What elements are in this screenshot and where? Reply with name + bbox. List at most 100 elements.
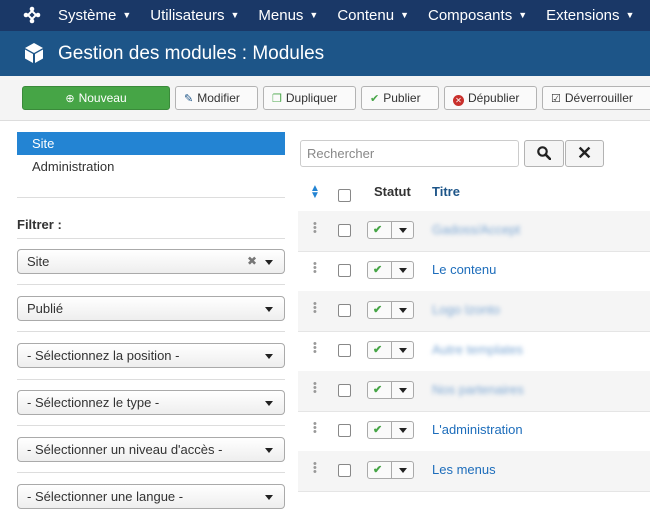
check-icon: ✔ — [370, 93, 380, 105]
check-icon: ✔ — [373, 264, 383, 276]
check-icon: ✔ — [373, 304, 383, 316]
language-filter-select[interactable]: - Sélectionner une langue - — [17, 484, 285, 509]
close-icon: ✕ — [576, 143, 593, 163]
sidebar-divider — [17, 284, 285, 285]
status-toggle[interactable]: ✔ — [367, 301, 414, 319]
menu-utilisateurs[interactable]: Utilisateurs ▼ — [150, 0, 239, 31]
joomla-logo-icon[interactable] — [22, 5, 42, 25]
position-filter-select[interactable]: - Sélectionnez la position - — [17, 343, 285, 368]
chevron-down-icon[interactable] — [399, 268, 407, 273]
row-title-link[interactable]: L'administration — [432, 411, 523, 449]
unlock-button[interactable]: ☑ Déverrouiller — [542, 86, 650, 110]
row-checkbox[interactable] — [338, 264, 351, 277]
row-checkbox[interactable] — [338, 304, 351, 317]
status-toggle[interactable]: ✔ — [367, 421, 414, 439]
separator — [391, 342, 392, 358]
chevron-down-icon[interactable] — [399, 308, 407, 313]
row-checkbox[interactable] — [338, 384, 351, 397]
new-button[interactable]: ⊕ Nouveau — [22, 86, 170, 110]
sidebar-divider — [17, 331, 285, 332]
edit-button[interactable]: ✎ Modifier — [175, 86, 258, 110]
row-title-link[interactable]: Logo Izonto — [432, 291, 500, 329]
unpublish-x-icon: ✕ — [453, 95, 464, 106]
chevron-down-icon — [265, 260, 273, 265]
top-menu-bar: Système ▼ Utilisateurs ▼ Menus ▼ Contenu ▼ C… — [0, 0, 650, 31]
state-filter-select[interactable]: Publié — [17, 296, 285, 321]
menu-systeme[interactable]: Système ▼ — [58, 0, 131, 31]
caret-down-icon: ▼ — [230, 10, 240, 20]
copy-icon: ❐ — [272, 93, 282, 105]
sidebar-divider — [17, 238, 285, 239]
row-checkbox[interactable] — [338, 224, 351, 237]
sidebar-item-administration[interactable]: Administration — [32, 158, 114, 176]
drag-handle-icon[interactable]: • • • — [313, 219, 317, 238]
chevron-down-icon[interactable] — [399, 388, 407, 393]
access-filter-select[interactable]: - Sélectionner un niveau d'accès - — [17, 437, 285, 462]
checkbox-icon: ☑ — [551, 93, 561, 105]
menu-extensions[interactable]: Extensions ▼ — [546, 0, 634, 31]
chevron-down-icon[interactable] — [399, 468, 407, 473]
row-title-link[interactable]: Nos partenaires — [432, 371, 524, 409]
toolbar: ⊕ Nouveau ✎ Modifier ❐ Dupliquer ✔ Publier ✕… — [0, 76, 650, 121]
type-filter-select[interactable]: - Sélectionnez le type - — [17, 390, 285, 415]
edit-icon: ✎ — [184, 93, 194, 105]
menu-composants[interactable]: Composants ▼ — [428, 0, 527, 31]
drag-handle-icon[interactable]: • • • — [313, 379, 317, 398]
status-column-header[interactable]: Statut — [374, 172, 411, 212]
search-input[interactable] — [300, 140, 519, 167]
row-checkbox[interactable] — [338, 344, 351, 357]
table-row: • • • ✔ Nos partenaires — [298, 371, 650, 412]
drag-handle-icon[interactable]: • • • — [313, 259, 317, 278]
sort-icon[interactable]: ▲ ▼ — [310, 184, 320, 201]
table-header: ▲ ▼ Statut Titre — [298, 172, 650, 213]
row-title-link[interactable]: Gadoss/Accept — [432, 211, 520, 249]
caret-down-icon: ▼ — [625, 10, 635, 20]
chevron-down-icon — [265, 401, 273, 406]
select-all-checkbox[interactable] — [338, 189, 351, 202]
check-icon: ✔ — [373, 224, 383, 236]
unpublish-button[interactable]: ✕ Dépublier — [444, 86, 537, 110]
status-toggle[interactable]: ✔ — [367, 261, 414, 279]
separator — [391, 382, 392, 398]
cube-icon — [25, 43, 43, 63]
client-filter-select[interactable]: Site ✖ — [17, 249, 285, 274]
sidebar-divider — [17, 425, 285, 426]
chevron-down-icon[interactable] — [399, 428, 407, 433]
clear-icon[interactable]: ✖ — [247, 250, 257, 273]
status-toggle[interactable]: ✔ — [367, 461, 414, 479]
chevron-down-icon — [265, 307, 273, 312]
sidebar-item-site[interactable]: Site — [17, 132, 285, 155]
plus-circle-icon: ⊕ — [65, 93, 75, 105]
page-title: Gestion des modules : Modules — [58, 43, 325, 64]
status-toggle[interactable]: ✔ — [367, 221, 414, 239]
menu-menus[interactable]: Menus ▼ — [258, 0, 318, 31]
drag-handle-icon[interactable]: • • • — [313, 419, 317, 438]
row-title-link[interactable]: Autre templates — [432, 331, 523, 369]
search-button[interactable] — [524, 140, 564, 167]
status-toggle[interactable]: ✔ — [367, 341, 414, 359]
chevron-down-icon — [265, 448, 273, 453]
clear-search-button[interactable]: ✕ — [565, 140, 604, 167]
table-row: • • • ✔ Logo Izonto — [298, 291, 650, 332]
table-row: • • • ✔ Autre templates — [298, 331, 650, 372]
publish-button[interactable]: ✔ Publier — [361, 86, 439, 110]
chevron-down-icon[interactable] — [399, 348, 407, 353]
status-toggle[interactable]: ✔ — [367, 381, 414, 399]
drag-handle-icon[interactable]: • • • — [313, 339, 317, 358]
chevron-down-icon[interactable] — [399, 228, 407, 233]
check-icon: ✔ — [373, 384, 383, 396]
drag-handle-icon[interactable]: • • • — [313, 299, 317, 318]
table-row: • • • ✔ Gadoss/Accept — [298, 211, 650, 252]
table-row: • • • ✔ Le contenu — [298, 251, 650, 292]
separator — [391, 262, 392, 278]
page-header: Gestion des modules : Modules — [0, 31, 650, 76]
menu-contenu[interactable]: Contenu ▼ — [337, 0, 409, 31]
title-column-header[interactable]: Titre — [432, 172, 460, 212]
row-title-link[interactable]: Le contenu — [432, 251, 496, 289]
duplicate-button[interactable]: ❐ Dupliquer — [263, 86, 356, 110]
row-title-link[interactable]: Les menus — [432, 451, 496, 489]
row-checkbox[interactable] — [338, 424, 351, 437]
row-checkbox[interactable] — [338, 464, 351, 477]
drag-handle-icon[interactable]: • • • — [313, 459, 317, 478]
filter-label: Filtrer : — [17, 217, 62, 232]
